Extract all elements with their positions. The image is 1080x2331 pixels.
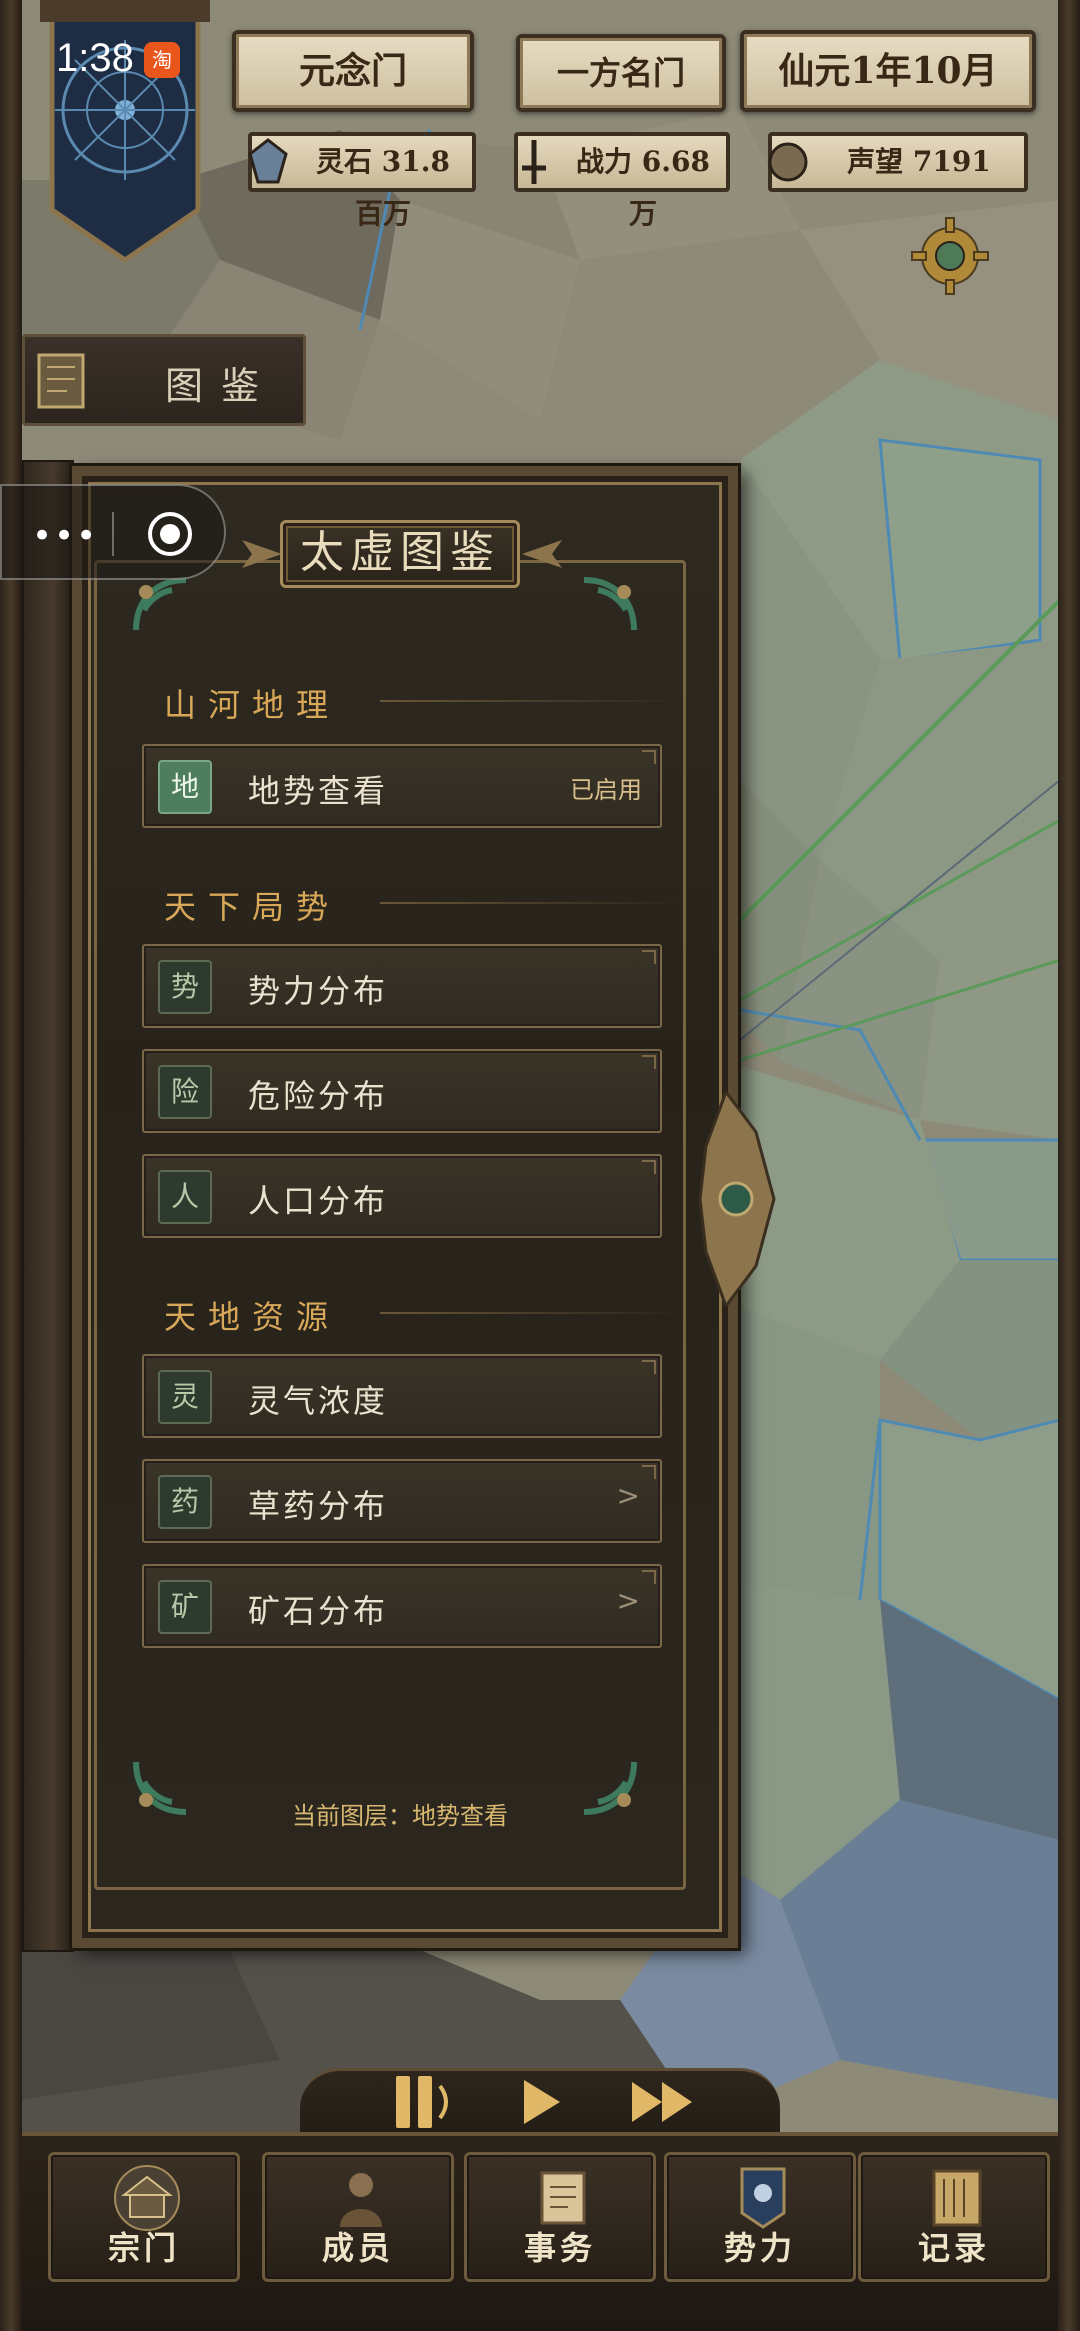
section-heading-world-situation: 天下局势 (164, 888, 341, 926)
layer-name: 人口分布 (248, 1182, 389, 1220)
settings-gear-icon[interactable] (910, 216, 990, 296)
spirit-stone-stat[interactable]: 灵石 31.8百万 (248, 132, 476, 230)
reputation-value: 声望 7191 (847, 145, 991, 178)
title-wing-right-icon (522, 540, 562, 568)
atlas-book-icon (37, 353, 85, 409)
panel-title: 太虚图鉴 (280, 520, 520, 588)
chevron-right-icon: > (616, 1479, 640, 1512)
layer-badge: 人 (158, 1170, 212, 1224)
section-heading-geography: 山河地理 (164, 686, 341, 724)
more-options-icon[interactable]: ••• (32, 516, 98, 556)
layer-item-population[interactable]: 人 人口分布 (142, 1154, 662, 1238)
pause-icon[interactable] (390, 2072, 460, 2132)
nav-records-label: 记录 (917, 2229, 990, 2267)
nav-affairs-label: 事务 (523, 2229, 596, 2267)
layer-badge: 地 (158, 760, 212, 814)
layer-name: 危险分布 (248, 1077, 389, 1115)
right-frame (1058, 0, 1080, 2331)
chevron-right-icon: > (616, 1584, 640, 1617)
nav-factions-label: 势力 (723, 2229, 796, 2267)
layer-item-factions[interactable]: 势 势力分布 (142, 944, 662, 1028)
layer-name: 草药分布 (248, 1487, 389, 1525)
corner-ornament-icon (133, 1761, 187, 1815)
layer-badge: 灵 (158, 1370, 212, 1424)
item-corner-deco (642, 950, 656, 964)
play-icon[interactable] (516, 2072, 566, 2132)
item-corner-deco (642, 1570, 656, 1584)
date-plaque[interactable]: 仙元1年10月 (740, 30, 1036, 112)
section-divider (380, 902, 680, 904)
sword-icon (522, 140, 546, 184)
layer-badge: 势 (158, 960, 212, 1014)
layer-badge: 矿 (158, 1580, 212, 1634)
layer-status: 已启用 (570, 776, 642, 804)
section-divider (380, 700, 680, 702)
panel-clasp-handle[interactable] (696, 1092, 776, 1306)
item-corner-deco (642, 1360, 656, 1374)
nav-sect-label: 宗门 (107, 2229, 180, 2267)
nav-sect-button[interactable]: 宗门 (48, 2152, 240, 2282)
layer-badge: 药 (158, 1475, 212, 1529)
reputation-icon (768, 142, 808, 182)
item-corner-deco (642, 750, 656, 764)
power-value: 战力 6.68万 (576, 145, 710, 230)
layer-item-ores[interactable]: 矿 矿石分布 > (142, 1564, 662, 1648)
nav-affairs-button[interactable]: 事务 (464, 2152, 656, 2282)
layer-name: 矿石分布 (248, 1592, 389, 1630)
close-miniprogram-icon[interactable] (148, 512, 192, 556)
atlas-tab-label: 图鉴 (165, 364, 278, 408)
current-layer-text: 当前图层：地势查看 (292, 1802, 508, 1830)
layer-item-terrain[interactable]: 地 地势查看 已启用 (142, 744, 662, 828)
item-corner-deco (642, 1055, 656, 1069)
sect-rank-plaque[interactable]: 一方名门 (516, 34, 726, 112)
nav-members-button[interactable]: 成员 (262, 2152, 454, 2282)
layer-name: 势力分布 (248, 972, 389, 1010)
nav-members-label: 成员 (321, 2229, 394, 2267)
fast-forward-icon[interactable] (628, 2072, 698, 2132)
sect-name-plaque[interactable]: 元念门 (232, 30, 474, 112)
app-notification-icon: 淘 (144, 42, 180, 78)
atlas-tab-button[interactable]: 图鉴 (22, 334, 306, 426)
layer-item-spirit-density[interactable]: 灵 灵气浓度 (142, 1354, 662, 1438)
layer-badge: 险 (158, 1065, 212, 1119)
reputation-stat[interactable]: 声望 7191 (768, 132, 1028, 192)
layer-name: 地势查看 (248, 772, 389, 810)
item-corner-deco (642, 1160, 656, 1174)
status-time: 1:38 (56, 36, 134, 80)
section-divider (380, 1312, 680, 1314)
capsule-divider (112, 512, 114, 556)
spirit-stone-value: 灵石 31.8百万 (316, 145, 450, 230)
nav-factions-button[interactable]: 势力 (664, 2152, 856, 2282)
power-stat[interactable]: 战力 6.68万 (514, 132, 730, 230)
miniprogram-capsule: ••• (0, 484, 226, 580)
corner-ornament-icon (133, 577, 187, 631)
corner-ornament-icon (583, 577, 637, 631)
nav-records-button[interactable]: 记录 (858, 2152, 1050, 2282)
section-heading-resources: 天地资源 (164, 1298, 341, 1336)
left-frame (0, 0, 22, 2331)
layer-name: 灵气浓度 (248, 1382, 389, 1420)
title-wing-left-icon (242, 540, 282, 568)
item-corner-deco (642, 1465, 656, 1479)
layer-item-herbs[interactable]: 药 草药分布 > (142, 1459, 662, 1543)
spirit-stone-icon (248, 138, 288, 184)
panel-spine (22, 460, 74, 1952)
layer-item-danger[interactable]: 险 危险分布 (142, 1049, 662, 1133)
